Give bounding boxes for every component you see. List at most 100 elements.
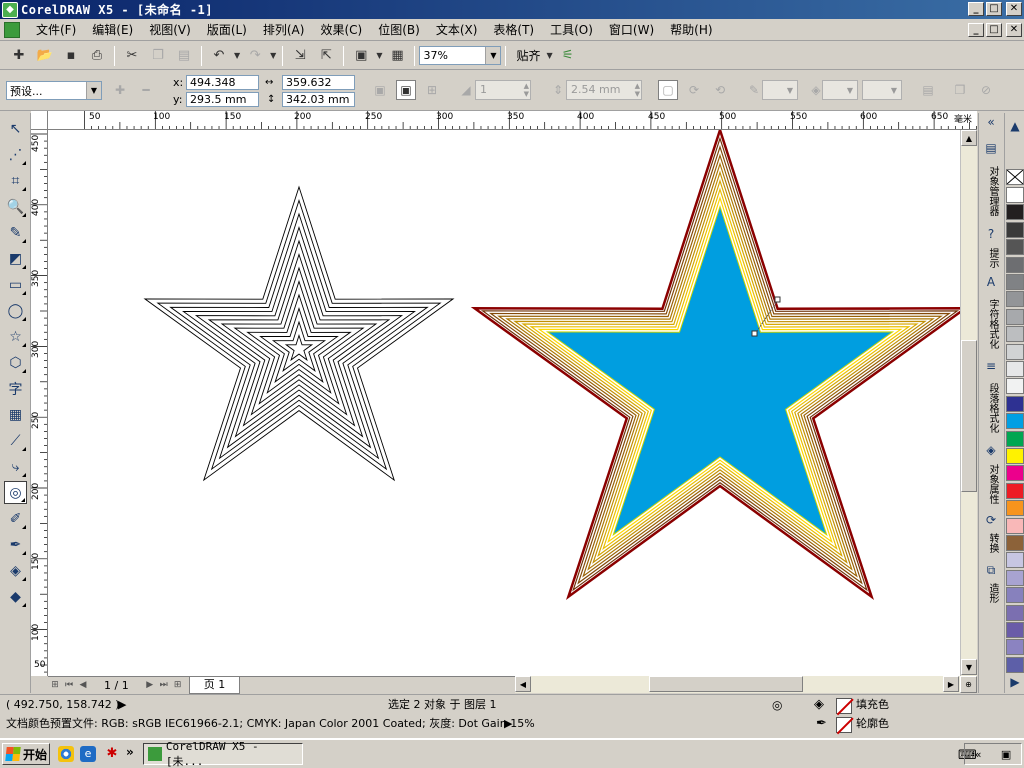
network-icon[interactable]: ▣ [1001,748,1011,761]
color-swatch[interactable] [1006,552,1024,569]
paste-icon[interactable]: ▤ [173,45,195,67]
color-swatch[interactable] [1006,395,1024,412]
palette-scroll-up-icon[interactable]: ▲ [1006,117,1024,135]
color-swatch[interactable] [1006,622,1024,638]
transform-icon[interactable]: ⟳ [982,511,1000,529]
zoom-tool-icon[interactable]: 🔍 [4,195,27,218]
ie-icon[interactable]: e [80,746,96,762]
launcher-dropdown-icon[interactable]: ▼ [376,51,382,60]
color-swatch[interactable] [1006,204,1024,221]
spinner-icon[interactable]: ▲ ▼ [524,82,529,98]
doc-restore-button[interactable]: □ [986,23,1002,37]
zoom-navigator-icon[interactable]: ⊕ [960,676,977,693]
color-swatch[interactable] [1006,187,1024,203]
shape-tool-icon[interactable]: ⋰ [4,143,27,166]
horizontal-scrollbar[interactable]: ◀ ▶ [515,676,960,693]
chevron-down-icon[interactable]: ▼ [843,81,857,99]
color-swatch[interactable] [1006,361,1024,377]
launcher-icon[interactable]: ▣ [350,45,372,67]
color-swatch[interactable] [1006,448,1024,464]
no-color-swatch[interactable] [1006,169,1024,185]
ruler-origin[interactable] [31,111,48,130]
polygon-tool-icon[interactable]: ☆ [4,325,27,348]
height-field[interactable]: 342.03 mm [282,92,355,107]
cut-icon[interactable]: ✂ [121,45,143,67]
color-swatch[interactable] [1006,221,1024,238]
object-acceleration-icon[interactable]: ▤ [918,80,938,100]
start-button[interactable]: 开始 [2,743,50,765]
crop-tool-icon[interactable]: ⌗ [4,169,27,192]
add-page-after-icon[interactable]: ⊞ [171,678,185,692]
hints-icon[interactable]: ? [982,225,1000,243]
minimize-button[interactable]: _ [968,2,984,16]
object-properties-icon[interactable]: ◈ [982,441,1000,459]
app-shortcut-icon[interactable]: ✱ [104,746,120,762]
horizontal-ruler[interactable]: 50 100 150 200 250 300 350 400 450 500 5… [48,111,977,130]
menu-file[interactable]: 文件(F) [28,20,84,40]
color-swatch[interactable] [1006,326,1024,343]
open-icon[interactable]: 📂 [34,45,56,67]
status-expand-icon[interactable]: ▶ [118,695,126,715]
color-swatch[interactable] [1006,413,1024,430]
chevron-down-icon[interactable]: ▼ [887,81,901,99]
color-swatch[interactable] [1006,517,1024,534]
welcome-icon[interactable]: ▦ [386,45,408,67]
save-icon[interactable]: ▪ [60,45,82,67]
color-swatch[interactable] [1006,482,1024,499]
menu-bitmaps[interactable]: 位图(B) [370,20,428,40]
chevron-down-icon[interactable]: ▼ [485,47,501,64]
vertical-scroll-thumb[interactable] [961,340,977,492]
text-tool-icon[interactable]: 字 [4,377,27,400]
chevron-down-icon[interactable]: ▼ [86,82,101,99]
docker-tab-hints[interactable]: 提示 [982,245,1000,271]
redo-dropdown-icon[interactable]: ▼ [270,51,276,60]
fill-color-picker[interactable]: ▼ [822,80,858,100]
menu-text[interactable]: 文本(X) [428,20,486,40]
menu-arrange[interactable]: 排列(A) [255,20,313,40]
docker-tab-character-formatting[interactable]: 字符格式化 [982,293,1000,355]
center-contour-icon[interactable]: ⊞ [422,80,442,100]
outline-color-picker[interactable]: ▼ [762,80,798,100]
docker-tab-shaping[interactable]: 造形 [982,579,1000,607]
document-icon[interactable] [4,21,20,38]
inside-contour-icon[interactable]: ▣ [396,80,416,100]
character-format-icon[interactable]: A [982,273,1000,291]
fill-tool-icon[interactable]: ◈ [4,559,27,582]
color-swatch[interactable] [1006,430,1024,447]
color-swatch[interactable] [1006,569,1024,586]
shaping-icon[interactable]: ⧉ [982,561,1000,579]
linear-color-icon[interactable]: ▢ [658,80,678,100]
color-swatch[interactable] [1006,343,1024,360]
vertical-scrollbar[interactable]: ▲ ▼ [960,130,977,676]
doc-close-button[interactable]: ✕ [1006,23,1022,37]
x-position-field[interactable]: 494.348 mm [186,75,259,102]
maximize-button[interactable]: □ [986,2,1002,16]
tray-expand-icon[interactable]: « [975,748,982,761]
options-icon[interactable]: ⚟ [557,45,579,67]
color-swatch[interactable] [1006,256,1024,273]
object-manager-icon[interactable]: ▤ [982,139,1000,157]
menu-help[interactable]: 帮助(H) [662,20,720,40]
profile-expand-icon[interactable]: ▶ [504,714,512,734]
last-page-icon[interactable]: ⏭ [157,678,171,692]
quicklaunch-more-icon[interactable]: » [126,745,134,759]
preset-combo[interactable]: 预设... ▼ [6,81,102,100]
menu-effects[interactable]: 效果(C) [312,20,370,40]
pick-tool-icon[interactable]: ↖ [4,117,27,140]
scroll-down-icon[interactable]: ▼ [961,659,977,675]
first-page-icon[interactable]: ⏮ [62,678,76,692]
color-swatch[interactable] [1006,378,1024,395]
snap-to-button[interactable]: 贴齐 [516,47,540,64]
menu-edit[interactable]: 编辑(E) [84,20,141,40]
connector-tool-icon[interactable]: ⤷ [4,455,27,478]
outline-color-swatch[interactable] [836,717,852,733]
menu-tools[interactable]: 工具(O) [542,20,601,40]
taskbar-coreldraw-button[interactable]: CorelDRAW X5 - [未... [143,740,303,768]
new-icon[interactable]: ✚ [8,45,30,67]
zoom-combo[interactable]: 37% ▼ [419,46,502,65]
contour-tool-icon[interactable]: ◎ [4,481,27,504]
undo-dropdown-icon[interactable]: ▼ [234,51,240,60]
clear-contour-icon[interactable]: ⊘ [976,80,996,100]
doc-minimize-button[interactable]: _ [968,23,984,37]
dimension-tool-icon[interactable]: ⟋ [4,429,27,452]
